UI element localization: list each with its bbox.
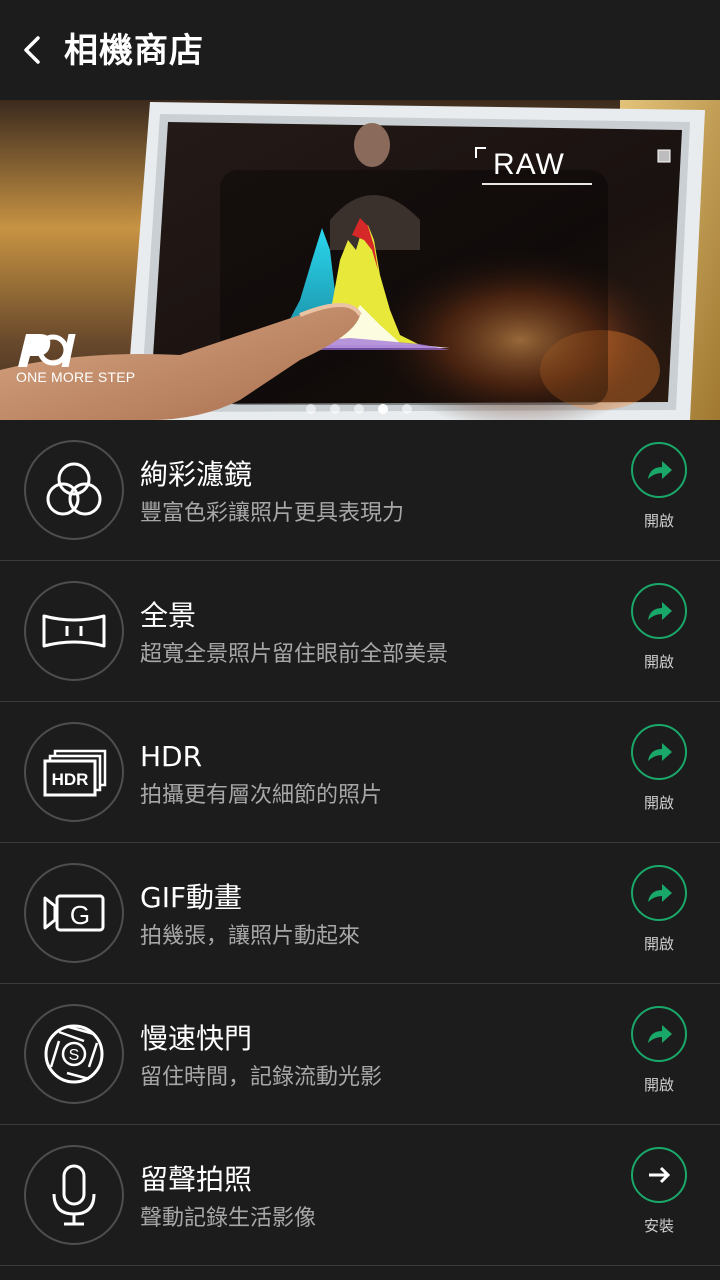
app-header: 相機商店 bbox=[0, 0, 720, 100]
carousel-dot[interactable] bbox=[354, 404, 364, 414]
microphone-icon bbox=[24, 1145, 124, 1245]
item-title: 慢速快門 bbox=[140, 1022, 253, 1055]
panorama-icon bbox=[24, 581, 124, 681]
svg-text:S: S bbox=[69, 1047, 80, 1064]
item-description: 拍幾張，讓照片動起來 bbox=[140, 924, 361, 949]
svg-text:G: G bbox=[70, 900, 90, 930]
shutter-icon: S bbox=[24, 1004, 124, 1104]
share-arrow-icon[interactable] bbox=[631, 583, 687, 639]
list-item[interactable]: G GIF動畫 拍幾張，讓照片動起來 開啟 bbox=[0, 843, 720, 984]
open-button[interactable]: 開啟 bbox=[628, 442, 690, 531]
share-arrow-icon[interactable] bbox=[631, 724, 687, 780]
list-item[interactable]: 全景 超寬全景照片留住眼前全部美景 開啟 bbox=[0, 561, 720, 702]
page-title: 相機商店 bbox=[64, 31, 204, 71]
item-title: 全景 bbox=[140, 599, 197, 632]
carousel-dot[interactable] bbox=[306, 404, 316, 414]
carousel-dots bbox=[306, 404, 412, 416]
share-arrow-icon[interactable] bbox=[631, 1006, 687, 1062]
filter-circles-icon bbox=[24, 440, 124, 540]
open-button[interactable]: 開啟 bbox=[628, 865, 690, 954]
carousel-dot-active[interactable] bbox=[378, 404, 388, 414]
raw-label: RAW bbox=[493, 148, 565, 181]
carousel-dot[interactable] bbox=[330, 404, 340, 414]
back-chevron-icon bbox=[24, 36, 40, 64]
item-title: GIF動畫 bbox=[140, 881, 243, 914]
install-button[interactable]: 安裝 bbox=[628, 1147, 690, 1236]
item-description: 超寬全景照片留住眼前全部美景 bbox=[140, 642, 449, 667]
action-label: 開啟 bbox=[643, 512, 674, 530]
item-title: HDR bbox=[140, 740, 203, 773]
arrow-right-icon[interactable] bbox=[631, 1147, 687, 1203]
carousel-dot[interactable] bbox=[402, 404, 412, 414]
promo-banner[interactable]: RAW ONE MORE STEP bbox=[0, 100, 720, 420]
item-description: 留住時間，記錄流動光影 bbox=[140, 1065, 383, 1090]
hdr-icon: HDR bbox=[24, 722, 124, 822]
item-description: 豐富色彩讓照片更具表現力 bbox=[140, 501, 405, 526]
list-item[interactable]: HDR HDR 拍攝更有層次細節的照片 開啟 bbox=[0, 702, 720, 843]
share-arrow-icon[interactable] bbox=[631, 442, 687, 498]
open-button[interactable]: 開啟 bbox=[628, 1006, 690, 1095]
action-label: 開啟 bbox=[643, 794, 674, 812]
action-label: 安裝 bbox=[643, 1217, 674, 1235]
action-label: 開啟 bbox=[643, 935, 674, 953]
item-title: 留聲拍照 bbox=[140, 1163, 253, 1196]
gif-camera-icon: G bbox=[24, 863, 124, 963]
item-description: 聲動記錄生活影像 bbox=[140, 1206, 317, 1231]
back-button[interactable] bbox=[14, 28, 54, 72]
list-item[interactable]: 絢彩濾鏡 豐富色彩讓照片更具表現力 開啟 bbox=[0, 420, 720, 561]
camera-mode-list: 絢彩濾鏡 豐富色彩讓照片更具表現力 開啟 全景 超寬全景照片留住眼前全部美景 開… bbox=[0, 420, 720, 1266]
action-label: 開啟 bbox=[643, 653, 674, 671]
action-label: 開啟 bbox=[643, 1076, 674, 1094]
svg-text:HDR: HDR bbox=[52, 770, 89, 789]
brand-logo-text: ONE MORE STEP bbox=[16, 369, 136, 385]
open-button[interactable]: 開啟 bbox=[628, 724, 690, 813]
raw-underline bbox=[482, 183, 592, 185]
list-item[interactable]: S 慢速快門 留住時間，記錄流動光影 開啟 bbox=[0, 984, 720, 1125]
open-button[interactable]: 開啟 bbox=[628, 583, 690, 672]
item-description: 拍攝更有層次細節的照片 bbox=[140, 783, 383, 808]
item-title: 絢彩濾鏡 bbox=[140, 458, 253, 491]
list-item[interactable]: 留聲拍照 聲動記錄生活影像 安裝 bbox=[0, 1125, 720, 1266]
share-arrow-icon[interactable] bbox=[631, 865, 687, 921]
